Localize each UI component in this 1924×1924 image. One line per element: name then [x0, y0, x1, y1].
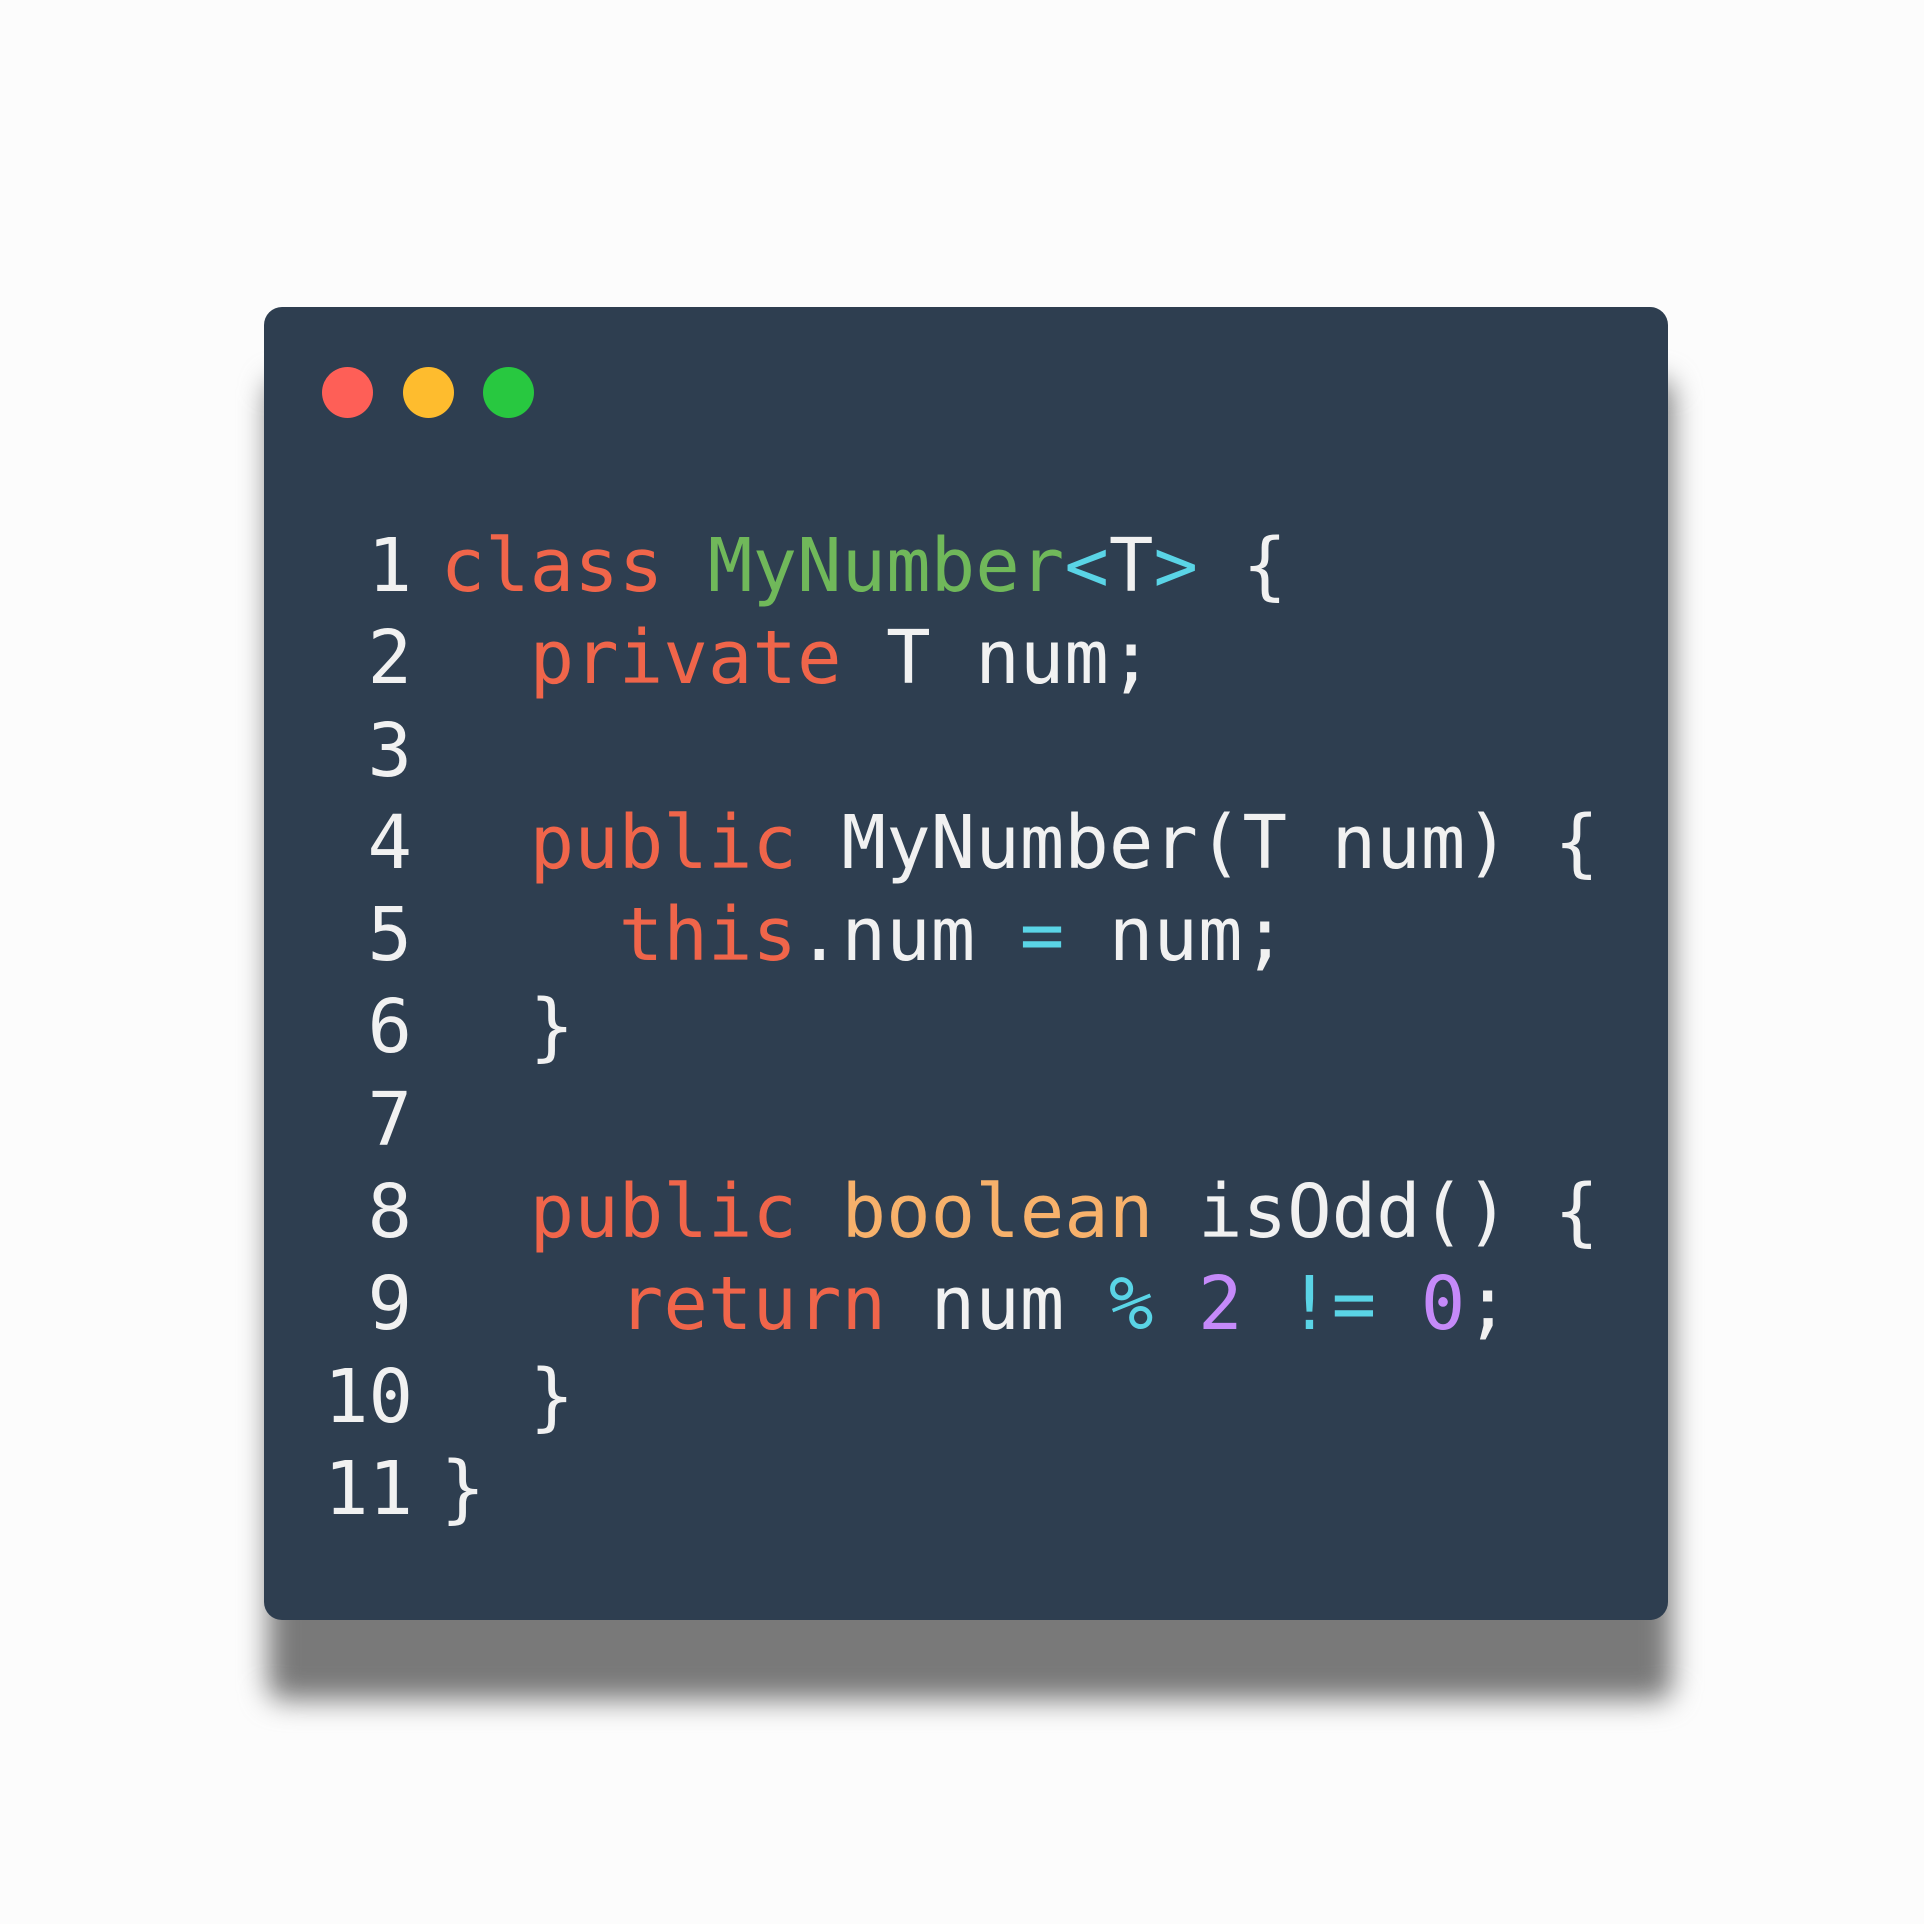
code-token-keyword: return: [618, 1261, 887, 1348]
code-line: 9 return num % 2 != 0;: [324, 1258, 1599, 1350]
line-number: 7: [367, 1076, 412, 1163]
code-token-plain: }: [440, 984, 575, 1071]
minimize-button[interactable]: [403, 367, 454, 418]
code-window: 1 class MyNumber<T> {2 private T num; 3 4…: [264, 307, 1668, 1620]
code-token-type-keyword: boolean: [841, 1169, 1154, 1256]
code-line: 8 public boolean isOdd() {: [324, 1166, 1599, 1258]
line-number: 1: [367, 523, 412, 609]
line-number: 3: [367, 707, 412, 794]
code-line: 11 }: [324, 1443, 1599, 1535]
code-token-plain: .num: [797, 892, 1020, 979]
code-token-plain: T num;: [841, 615, 1154, 702]
code-token-plain: MyNumber(T num) {: [796, 799, 1599, 886]
code-token-plain: num: [886, 1261, 1109, 1348]
code-token-keyword: public: [529, 1169, 797, 1256]
code-token-operator: !=: [1287, 1261, 1377, 1348]
code-block: 1 class MyNumber<T> {2 private T num; 3 4…: [324, 520, 1599, 1535]
code-token-keyword: class: [440, 523, 664, 609]
code-token-plain: ;: [1465, 1261, 1510, 1348]
code-token-keyword: private: [529, 615, 842, 702]
code-line: 1 class MyNumber<T> {: [324, 520, 1599, 612]
code-token-plain: num;: [1064, 892, 1288, 979]
code-token-operator: >: [1153, 523, 1198, 609]
line-number: 6: [367, 984, 412, 1071]
code-line: 3: [324, 705, 1599, 797]
line-number: 8: [367, 1169, 412, 1256]
code-token-operator: %: [1108, 1261, 1154, 1348]
code-token-plain: }: [440, 1445, 486, 1532]
code-token-plain: {: [1198, 523, 1288, 609]
code-token-keyword: public: [529, 799, 797, 886]
code-token-plain: T: [1108, 523, 1154, 609]
code-line: 4 public MyNumber(T num) {: [324, 797, 1599, 889]
line-number: 9: [367, 1261, 412, 1348]
code-token-class-name: MyNumber: [707, 523, 1065, 609]
code-token-keyword: this: [618, 892, 797, 979]
code-line: 5 this.num = num;: [324, 889, 1599, 981]
code-line: 7: [324, 1074, 1599, 1166]
code-token-number: 2: [1197, 1261, 1243, 1348]
line-number: 2: [367, 615, 412, 702]
line-number: 10: [324, 1353, 414, 1440]
close-button[interactable]: [322, 367, 373, 418]
line-number: 11: [324, 1445, 414, 1532]
maximize-button[interactable]: [483, 367, 534, 418]
code-line: 6 }: [324, 981, 1599, 1073]
code-token-plain: isOdd() {: [1153, 1169, 1599, 1256]
code-token-operator: <: [1064, 523, 1109, 609]
code-line: 2 private T num;: [324, 612, 1599, 704]
line-number: 5: [367, 892, 412, 979]
line-number: 4: [367, 799, 412, 886]
code-line: 10 }: [324, 1351, 1599, 1443]
code-token-number: 0: [1420, 1261, 1466, 1348]
code-token-operator: =: [1019, 892, 1065, 979]
code-token-plain: }: [440, 1353, 575, 1440]
